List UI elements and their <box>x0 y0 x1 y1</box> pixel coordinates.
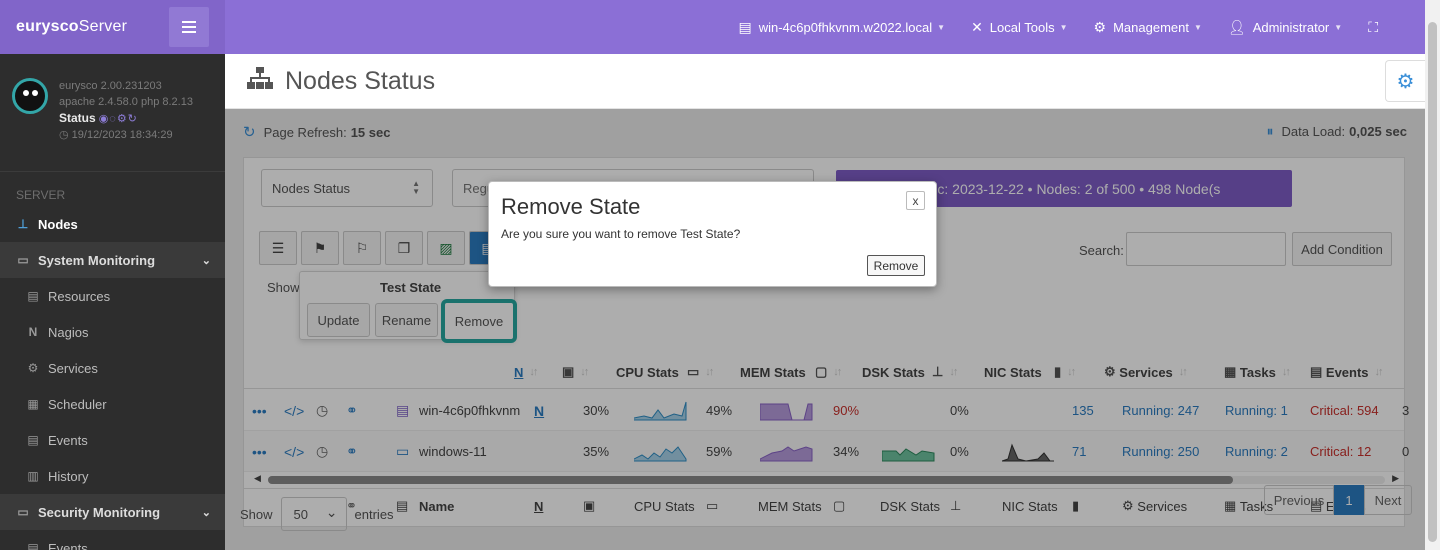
brand-bar: euryscoServer <box>0 0 225 54</box>
sidebar-group-system-monitoring[interactable]: ▭ System Monitoring ⌄ <box>0 242 225 278</box>
remove-state-dialog: Remove State x Are you sure you want to … <box>488 181 937 287</box>
app-root: euryscoServer eurysco 2.00.231203 apache… <box>0 0 1440 550</box>
caret-down-icon: ▼ <box>1334 22 1343 32</box>
dialog-message: Are you sure you want to remove Test Sta… <box>501 227 741 241</box>
settings-button[interactable]: ⚙ <box>1385 60 1425 102</box>
nagios-icon: N <box>28 325 38 339</box>
local-tools-menu[interactable]: ✕ Local Tools ▼ <box>971 19 1067 36</box>
page-header: Nodes Status ⚙ <box>225 54 1425 109</box>
sitemap-icon <box>247 67 273 95</box>
page-scrollbar[interactable] <box>1425 0 1440 550</box>
server-icon: ▤ <box>27 289 39 303</box>
dialog-title: Remove State <box>501 194 641 219</box>
list-icon: ▤ <box>27 433 39 447</box>
monitor-icon: ▭ <box>17 253 29 267</box>
dialog-remove-button[interactable]: Remove <box>867 255 925 276</box>
timestamp: 19/12/2023 18:34:29 <box>71 129 173 141</box>
brand-logo[interactable]: euryscoServer <box>16 18 127 36</box>
caret-down-icon: ▼ <box>1193 22 1202 32</box>
monitor-icon: ▭ <box>17 505 29 519</box>
cog-icon: ⚙ <box>27 361 39 375</box>
management-menu[interactable]: ⚙ Management ▼ <box>1094 19 1202 36</box>
calendar-icon: ▦ <box>27 397 39 411</box>
scrollbar-thumb[interactable] <box>1428 22 1437 542</box>
sitemap-icon: ⊥ <box>17 217 29 231</box>
chevron-down-icon: ⌄ <box>201 506 211 519</box>
sidebar-item-resources[interactable]: ▤ Resources <box>0 278 225 314</box>
status-label: Status <box>59 111 96 125</box>
avatar <box>12 78 48 114</box>
stack-text: apache 2.4.58.0 php 8.2.13 <box>59 96 193 108</box>
fullscreen-icon: ⛶ <box>1368 18 1378 35</box>
sidebar-item-scheduler[interactable]: ▦ Scheduler <box>0 386 225 422</box>
sidebar-item-nodes[interactable]: ⊥ Nodes <box>0 206 225 242</box>
user-menu[interactable]: 👤︎ Administrator ▼ <box>1228 19 1342 36</box>
chevron-down-icon: ⌄ <box>201 254 211 267</box>
sidebar: euryscoServer eurysco 2.00.231203 apache… <box>0 0 225 550</box>
tools-icon: ✕ <box>971 18 983 35</box>
user-info: eurysco 2.00.231203 apache 2.4.58.0 php … <box>0 54 225 172</box>
sidebar-group-security-monitoring[interactable]: ▭ Security Monitoring ⌄ <box>0 494 225 530</box>
fullscreen-button[interactable]: ⛶ <box>1368 19 1385 36</box>
clock-icon: ◷ <box>59 129 72 141</box>
modal-backdrop[interactable] <box>225 109 1425 550</box>
dialog-close-button[interactable]: x <box>906 191 925 210</box>
file-icon: ▥ <box>27 469 39 483</box>
host-menu[interactable]: ▤ win-4c6p0fhkvnm.w2022.local ▼ <box>738 19 945 36</box>
version-text: eurysco 2.00.231203 <box>59 80 162 92</box>
sidebar-item-security-events[interactable]: ▤ Events <box>0 530 225 550</box>
cogs-icon: ⚙ <box>1093 18 1107 35</box>
caret-down-icon: ▼ <box>937 22 946 32</box>
sidebar-item-history[interactable]: ▥ History <box>0 458 225 494</box>
hamburger-icon <box>182 21 196 33</box>
user-icon: 👤︎ <box>1227 18 1246 35</box>
list-icon: ▤ <box>27 541 39 550</box>
gear-icon: ⚙ <box>1396 70 1415 93</box>
section-title: SERVER <box>16 188 66 202</box>
sidebar-item-services[interactable]: ⚙ Services <box>0 350 225 386</box>
page-title: Nodes Status <box>285 66 436 95</box>
top-navbar: ▤ win-4c6p0fhkvnm.w2022.local ▼ ✕ Local Too… <box>225 0 1425 54</box>
server-icon: ▤ <box>738 18 752 35</box>
sidebar-item-nagios[interactable]: N Nagios <box>0 314 225 350</box>
caret-down-icon: ▼ <box>1059 22 1068 32</box>
sidebar-item-events[interactable]: ▤ Events <box>0 422 225 458</box>
hamburger-menu-button[interactable] <box>169 7 209 47</box>
status-icons: ◉◌⚙↻ <box>98 113 138 125</box>
